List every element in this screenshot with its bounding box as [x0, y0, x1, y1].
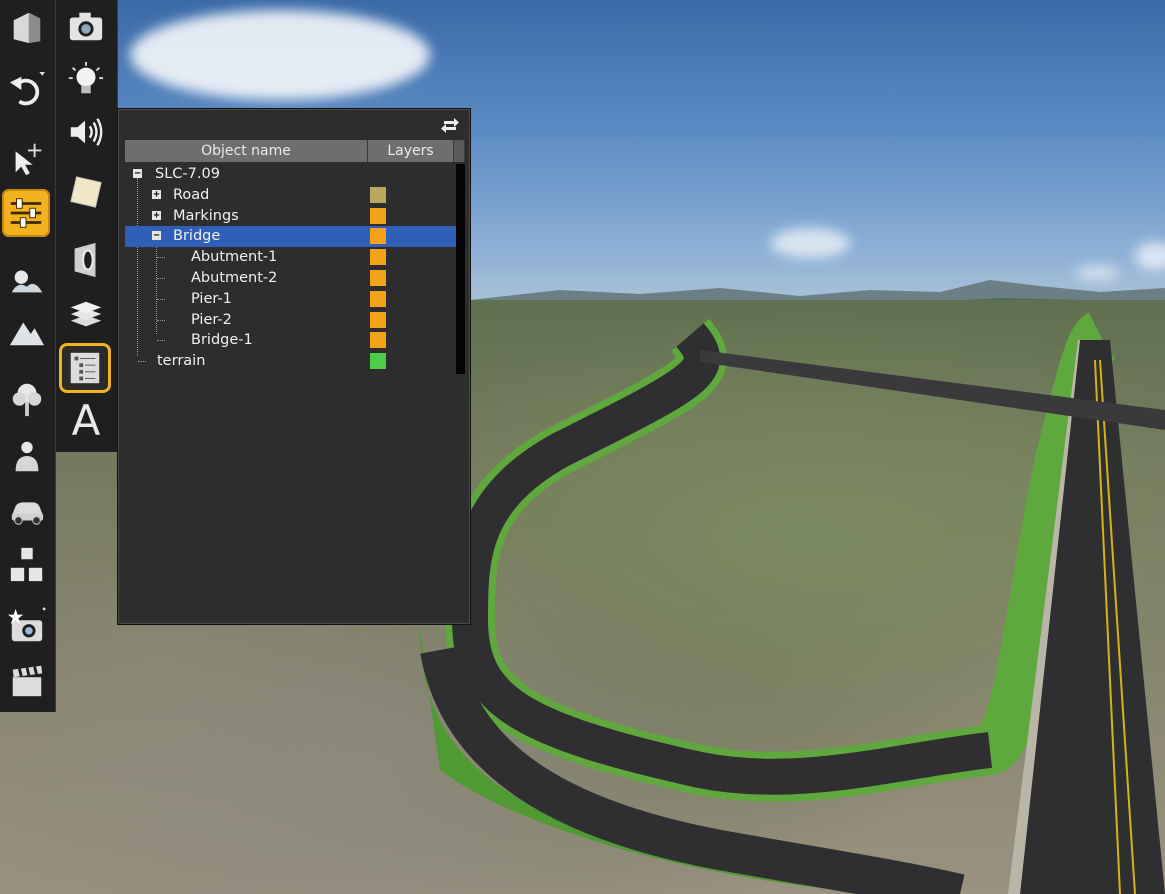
- tree-connector: [157, 257, 165, 259]
- layer-color-swatch[interactable]: [370, 311, 386, 328]
- movie-button[interactable]: [3, 657, 51, 705]
- layer-color-swatch[interactable]: [370, 332, 386, 349]
- camera-icon: [69, 12, 103, 41]
- column-header-layers[interactable]: Layers: [368, 140, 454, 162]
- vegetation-tool-button[interactable]: [3, 375, 51, 423]
- expand-icon[interactable]: +: [152, 189, 161, 199]
- speaker-icon: [70, 118, 103, 146]
- tree-item-label: Pier-1: [191, 290, 232, 307]
- settings-sliders-icon: [10, 198, 42, 228]
- layer-color-swatch[interactable]: [370, 269, 386, 286]
- tree-row-terrain[interactable]: terrain: [125, 351, 459, 372]
- tree-connector: [157, 340, 165, 342]
- tree-item-label: Road: [173, 186, 210, 203]
- viewpoint-button[interactable]: [62, 236, 110, 284]
- cloud: [130, 10, 430, 100]
- viewpoint-icon: [74, 242, 96, 278]
- layer-color-swatch[interactable]: [370, 353, 386, 370]
- tree-row-bridge-1[interactable]: Bridge-1: [125, 330, 459, 351]
- layer-color-swatch[interactable]: [370, 228, 386, 245]
- tree-row-pier-2[interactable]: Pier-2: [125, 310, 459, 331]
- car-icon: [11, 502, 44, 525]
- material-icon: [70, 176, 102, 208]
- tree-row-road[interactable]: + Road: [125, 185, 459, 206]
- tree-connector: [157, 319, 165, 321]
- tree-icon: [12, 383, 42, 417]
- terrain-mountain-icon: [9, 322, 45, 346]
- tree-row-bridge[interactable]: − Bridge: [125, 226, 459, 248]
- tree-row-markings[interactable]: + Markings: [125, 206, 459, 227]
- text-icon: A: [71, 396, 101, 445]
- column-header-spacer: [454, 140, 465, 162]
- undo-button[interactable]: [3, 66, 51, 114]
- layers-icon: [70, 301, 102, 327]
- people-tool-button[interactable]: [3, 432, 51, 480]
- vehicle-tool-button[interactable]: [3, 486, 51, 534]
- terrain-tool-button[interactable]: [3, 308, 51, 356]
- layer-color-swatch[interactable]: [370, 249, 386, 266]
- objects-tool-button[interactable]: [3, 540, 51, 588]
- column-header-object-name[interactable]: Object name: [125, 140, 368, 162]
- tree-item-label: Bridge-1: [191, 332, 253, 349]
- text-tool-button[interactable]: A: [62, 397, 110, 445]
- weather-tool-button[interactable]: [3, 257, 51, 305]
- scene-list-icon: [70, 352, 100, 384]
- camera-button[interactable]: [62, 2, 110, 50]
- tree-item-label: terrain: [157, 353, 206, 370]
- select-move-button[interactable]: [3, 135, 51, 183]
- layers-button[interactable]: [62, 291, 110, 339]
- object-tree-grid: Object name Layers − SLC-7.09 + Road + M…: [125, 140, 465, 374]
- lightbulb-icon: [68, 61, 104, 94]
- tree-row-abutment-2[interactable]: Abutment-2: [125, 268, 459, 289]
- buildings-icon: [13, 12, 41, 44]
- buildings-tool-button[interactable]: [3, 2, 51, 50]
- layer-color-swatch[interactable]: [370, 186, 386, 203]
- layer-color-swatch[interactable]: [370, 207, 386, 224]
- clapperboard-icon: [12, 665, 43, 697]
- undo-icon: [9, 71, 46, 106]
- object-tree: − SLC-7.09 + Road + Markings − Bridge Ab…: [125, 164, 459, 372]
- collapse-icon[interactable]: −: [152, 231, 161, 241]
- panel-header: [118, 109, 470, 139]
- material-button[interactable]: [62, 168, 110, 216]
- audio-button[interactable]: [62, 108, 110, 156]
- lighting-button[interactable]: [62, 56, 110, 104]
- hierarchy-icon: [10, 547, 43, 582]
- tree-item-label: SLC-7.09: [155, 166, 220, 182]
- tree-connector: [138, 361, 146, 363]
- snapshot-camera-icon: [8, 607, 46, 642]
- secondary-toolbar: A: [56, 0, 118, 452]
- collapse-icon[interactable]: −: [133, 169, 142, 179]
- weather-icon: [11, 270, 43, 293]
- properties-tool-button[interactable]: [2, 189, 50, 237]
- swap-arrows-icon[interactable]: [440, 115, 460, 135]
- tree-connector: [157, 277, 165, 279]
- cloud: [770, 228, 850, 258]
- tree-item-label: Abutment-2: [191, 269, 278, 286]
- expand-icon[interactable]: +: [152, 210, 161, 220]
- person-icon: [15, 441, 39, 472]
- select-move-icon: [15, 143, 42, 176]
- tree-row-abutment-1[interactable]: Abutment-1: [125, 247, 459, 268]
- scene-browser-button[interactable]: [59, 343, 111, 393]
- tree-connector: [157, 298, 165, 300]
- tree-item-label: Pier-2: [191, 311, 232, 328]
- layer-color-swatch[interactable]: [370, 290, 386, 307]
- snapshot-button[interactable]: [3, 602, 51, 650]
- tree-row-pier-1[interactable]: Pier-1: [125, 289, 459, 310]
- tree-item-label: Markings: [173, 207, 239, 224]
- tree-item-label: Bridge: [173, 228, 221, 245]
- scene-browser-panel: Object name Layers − SLC-7.09 + Road + M…: [117, 108, 471, 625]
- main-toolbar: [0, 0, 56, 712]
- tree-row-slc-7-09[interactable]: − SLC-7.09: [125, 164, 459, 185]
- tree-scrollbar[interactable]: [456, 164, 465, 374]
- tree-item-label: Abutment-1: [191, 249, 278, 266]
